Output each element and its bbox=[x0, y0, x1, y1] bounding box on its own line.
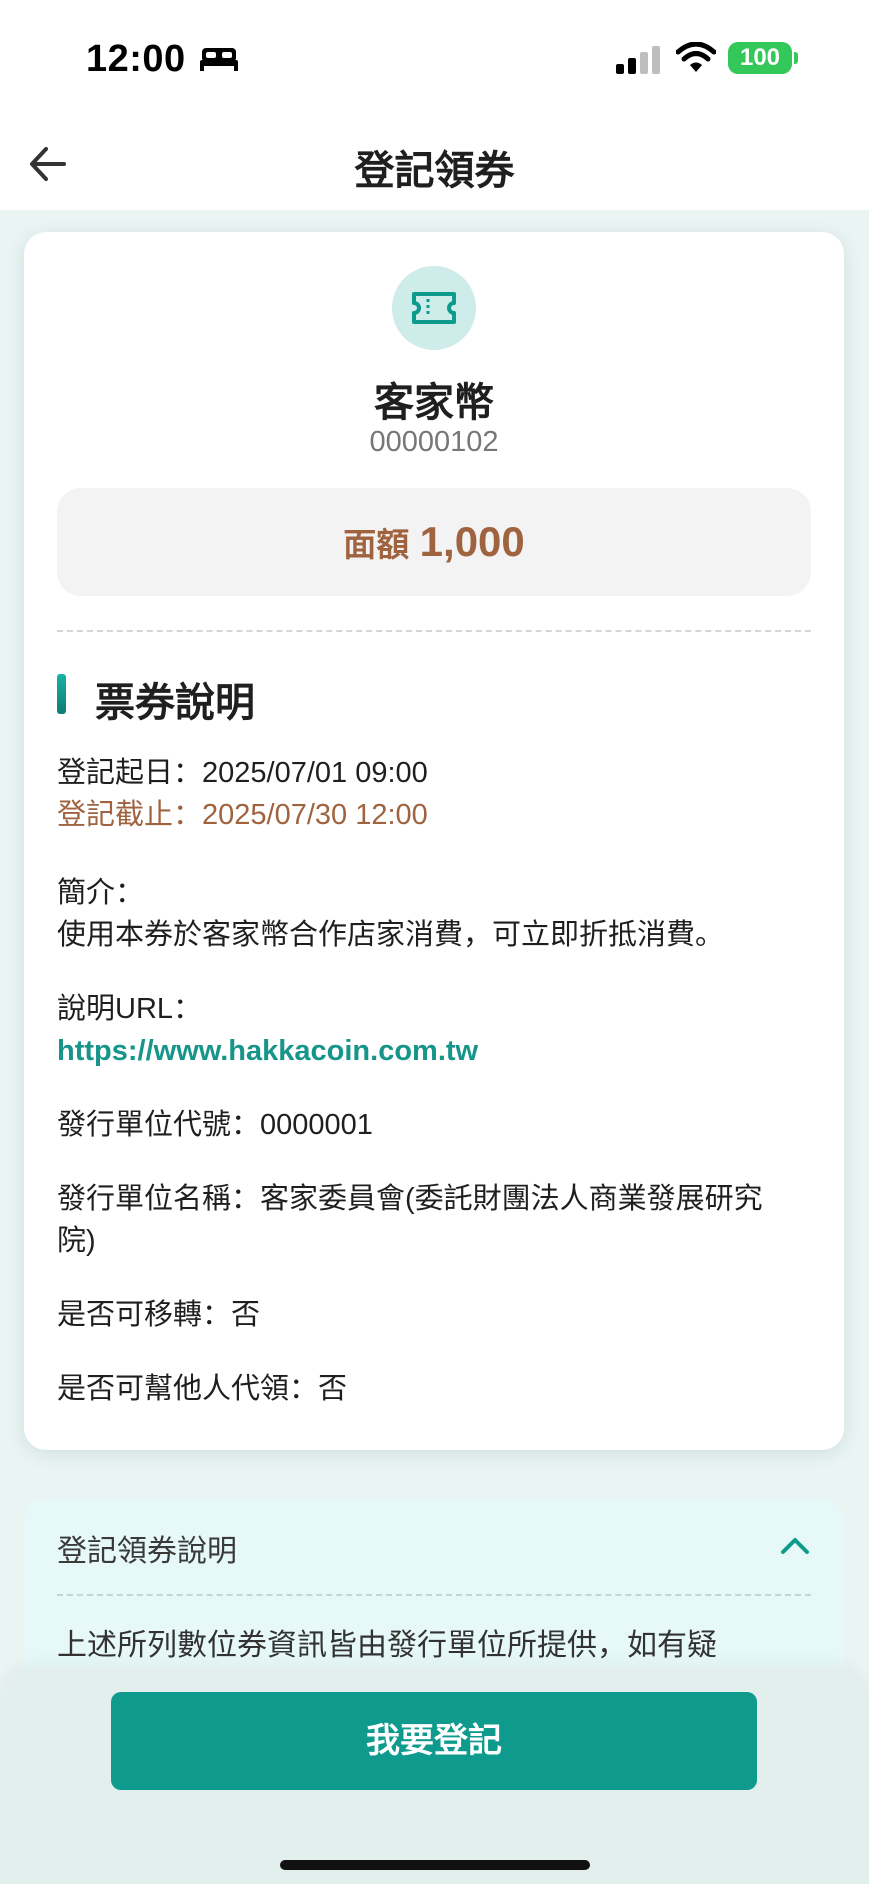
transferable: 是否可移轉：否 bbox=[57, 1299, 261, 1331]
end-date: 登記截止：2025/07/30 12:00 bbox=[57, 799, 428, 831]
battery-icon: 100 bbox=[728, 42, 792, 74]
panel-text: 上述所列數位券資訊皆由發行單位所提供，如有疑 bbox=[57, 1629, 717, 1662]
intro-label: 簡介： bbox=[57, 877, 145, 909]
wifi-icon bbox=[676, 42, 716, 72]
bottom-action-bar: 我要登記 bbox=[0, 1666, 869, 1884]
chevron-up-icon[interactable] bbox=[780, 1534, 810, 1556]
signal-icon bbox=[616, 46, 660, 74]
ticket-icon bbox=[412, 292, 456, 324]
info-url-link[interactable]: https://www.hakkacoin.com.tw bbox=[57, 1030, 817, 1072]
section-title: 票券說明 bbox=[95, 681, 255, 725]
panel-divider bbox=[57, 1594, 811, 1596]
battery-tip bbox=[794, 52, 798, 64]
coupon-card: 客家幣 00000102 面額 1,000 票券說明 登記起日：2025/07/… bbox=[24, 232, 844, 1450]
coupon-name: 客家幣 bbox=[374, 381, 494, 425]
coupon-id: 00000102 bbox=[369, 426, 499, 458]
issuer-code: 發行單位代號：0000001 bbox=[57, 1109, 373, 1141]
panel-title: 登記領券說明 bbox=[57, 1535, 237, 1568]
section-header: 票券說明 bbox=[57, 670, 811, 725]
register-button[interactable]: 我要登記 bbox=[111, 1692, 757, 1790]
top-area: 12:00 100 登記領券 bbox=[0, 0, 869, 210]
amount-box: 面額 1,000 bbox=[57, 488, 811, 596]
nav-bar: 登記領券 bbox=[0, 118, 869, 210]
page-title: 登記領券 bbox=[354, 149, 515, 193]
bed-icon bbox=[200, 48, 238, 71]
home-indicator bbox=[280, 1860, 590, 1870]
start-date: 登記起日：2025/07/01 09:00 bbox=[57, 757, 428, 789]
status-time: 12:00 bbox=[86, 38, 186, 80]
section-accent-bar bbox=[57, 674, 66, 714]
url-label: 說明URL： bbox=[57, 993, 203, 1025]
status-bar: 12:00 100 bbox=[0, 0, 869, 110]
intro-text: 使用本券於客家幣合作店家消費，可立即折抵消費。 bbox=[57, 919, 725, 951]
issuer-name-line2: 院) bbox=[57, 1225, 96, 1257]
amount-label: 面額 bbox=[343, 526, 410, 563]
divider bbox=[57, 630, 811, 632]
issuer-name-line1: 發行單位名稱：客家委員會(委託財團法人商業發展研究 bbox=[57, 1183, 763, 1215]
amount-value: 1,000 bbox=[419, 518, 525, 565]
ticket-icon-badge bbox=[392, 266, 476, 350]
proxy-claim: 是否可幫他人代領：否 bbox=[57, 1373, 348, 1405]
